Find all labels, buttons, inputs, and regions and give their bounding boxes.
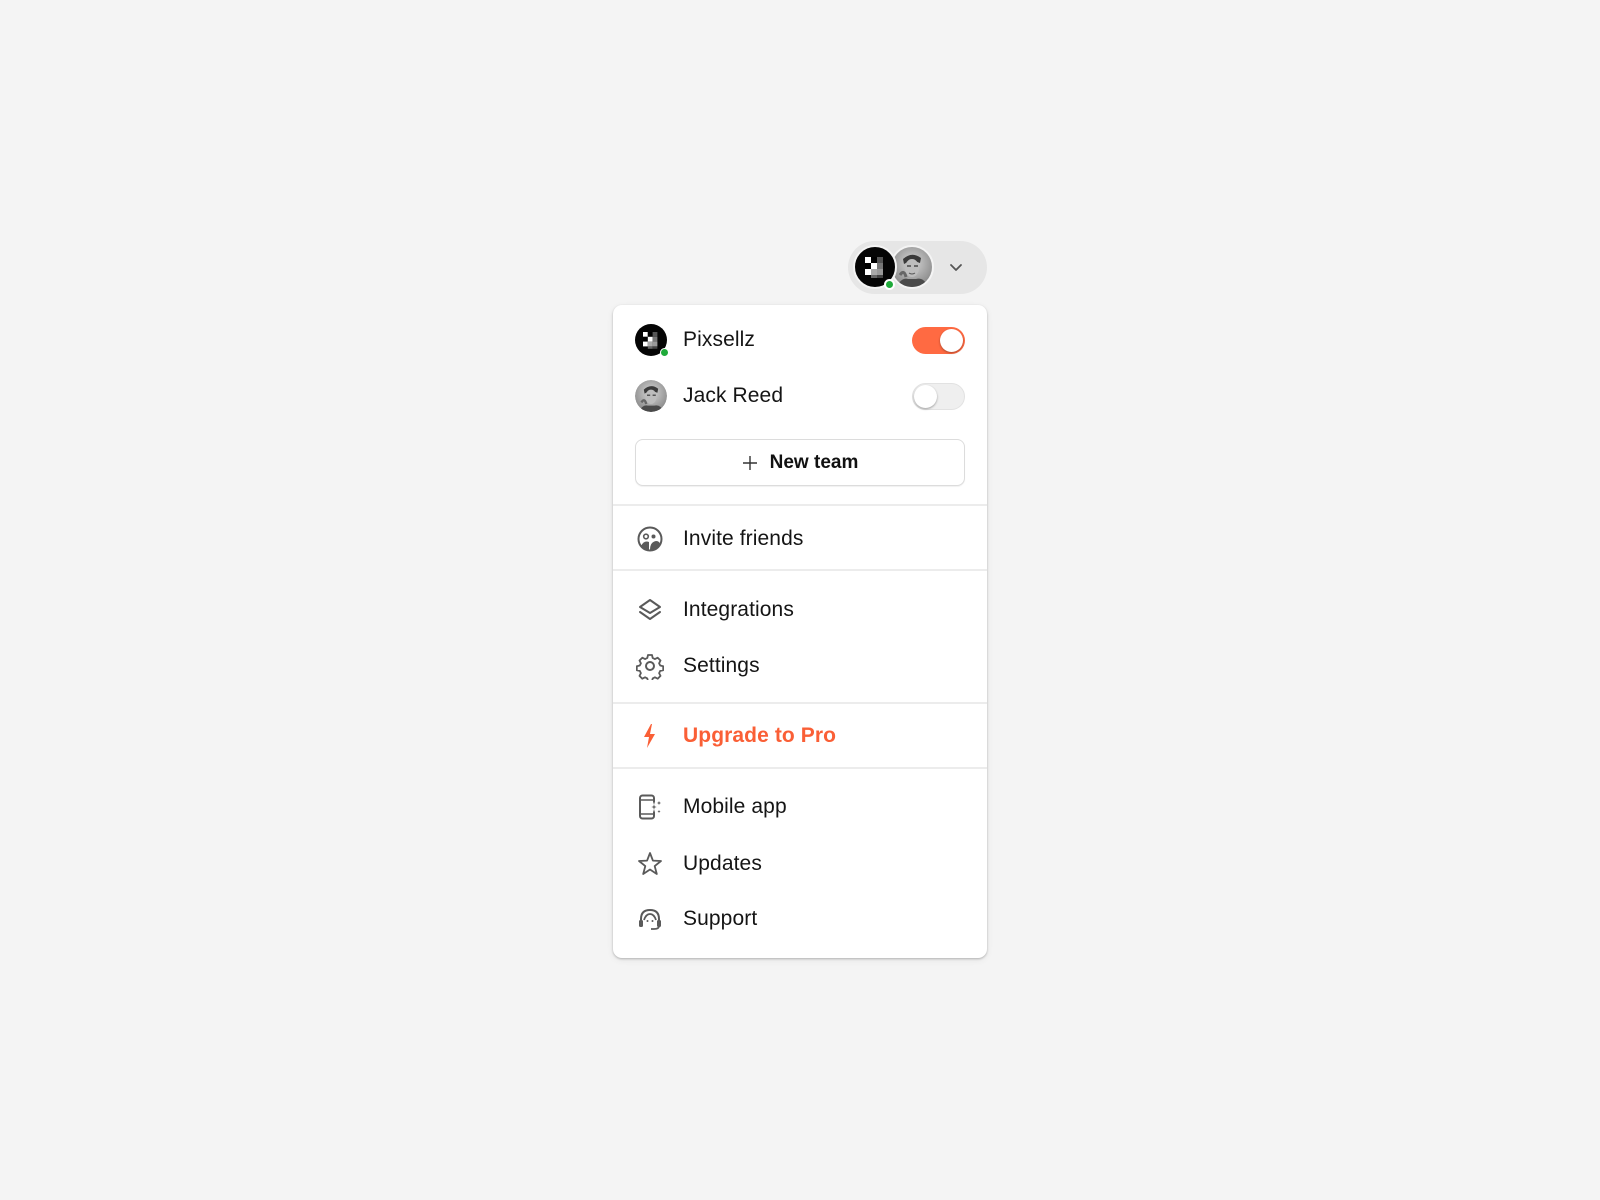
chevron-down-icon[interactable] — [948, 259, 964, 275]
divider — [613, 569, 987, 571]
toggle-knob — [914, 384, 937, 408]
mobile-sparkle-icon — [635, 792, 665, 822]
account-menu: Pixsellz Jack Reed New team Invite frien… — [613, 305, 987, 958]
team-toggle-jack-reed[interactable] — [912, 382, 965, 410]
menu-item-label: Updates — [683, 852, 762, 875]
headset-icon — [635, 904, 665, 934]
team-name: Jack Reed — [683, 384, 784, 407]
star-icon — [635, 849, 665, 879]
menu-item-invite-friends[interactable]: Invite friends — [613, 515, 987, 563]
menu-item-label: Support — [683, 907, 758, 930]
user-photo-icon — [635, 380, 667, 412]
new-team-button[interactable]: New team — [635, 439, 965, 486]
plus-icon — [742, 455, 757, 470]
toggle-knob — [940, 328, 963, 352]
menu-item-mobile-app[interactable]: Mobile app — [613, 783, 987, 831]
pixsellz-avatar — [635, 324, 669, 357]
account-switcher[interactable] — [848, 241, 987, 294]
new-team-label: New team — [769, 451, 859, 473]
team-row-jack-reed[interactable]: Jack Reed — [635, 376, 965, 416]
lightning-icon — [635, 721, 665, 751]
team-toggle-pixsellz[interactable] — [912, 326, 965, 354]
menu-item-label: Integrations — [683, 598, 794, 621]
divider — [613, 767, 987, 769]
divider — [613, 702, 987, 704]
menu-item-label: Invite friends — [683, 527, 804, 550]
online-status-dot — [884, 279, 895, 290]
jack-reed-avatar — [635, 380, 667, 412]
menu-item-integrations[interactable]: Integrations — [613, 586, 987, 634]
menu-item-label: Upgrade to Pro — [683, 724, 837, 747]
menu-item-updates[interactable]: Updates — [613, 840, 987, 888]
friends-icon — [635, 524, 665, 554]
divider — [613, 504, 987, 506]
gear-icon — [635, 651, 665, 681]
layers-icon — [635, 595, 665, 625]
team-row-pixsellz[interactable]: Pixsellz — [635, 320, 965, 360]
online-status-dot — [660, 348, 669, 357]
menu-item-support[interactable]: Support — [613, 895, 987, 943]
menu-item-label: Mobile app — [683, 795, 787, 818]
user-photo-icon — [892, 247, 932, 287]
menu-item-settings[interactable]: Settings — [613, 642, 987, 690]
menu-item-upgrade-to-pro[interactable]: Upgrade to Pro — [613, 712, 987, 760]
team-name: Pixsellz — [683, 328, 755, 351]
menu-item-label: Settings — [683, 654, 760, 677]
